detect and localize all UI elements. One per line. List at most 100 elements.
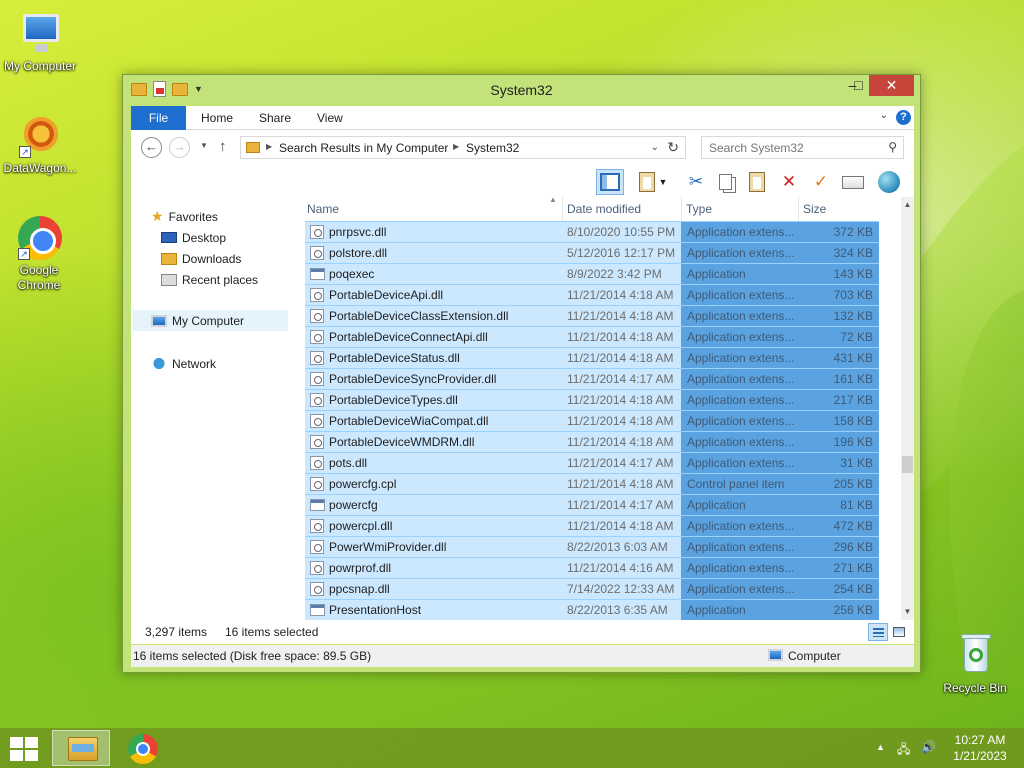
desktop-icon-datawagon[interactable]: ↗ DataWagon...	[0, 112, 80, 175]
address-dropdown-icon[interactable]: ⌄	[651, 142, 659, 153]
file-row[interactable]: powercpl.dll 11/21/2014 4:18 AM Applicatio…	[305, 515, 879, 536]
nav-favorites[interactable]: ★ Favorites	[151, 206, 218, 227]
file-row[interactable]: PortableDeviceClassExtension.dll 11/21/20…	[305, 305, 879, 326]
delete-icon[interactable]: ✕	[775, 169, 803, 195]
recent-locations-chevron-icon[interactable]: ▼	[200, 141, 208, 150]
taskbar-file-explorer[interactable]	[52, 730, 110, 766]
file-row[interactable]: PortableDeviceApi.dll 11/21/2014 4:18 AM A…	[305, 284, 879, 305]
desktop-icon-recycle-bin[interactable]: Recycle Bin	[935, 632, 1015, 695]
file-row[interactable]: PortableDeviceSyncProvider.dll 11/21/2014…	[305, 368, 879, 389]
scrollbar-thumb[interactable]	[902, 456, 913, 473]
file-type: Application extens...	[681, 579, 801, 599]
dll-file-icon	[310, 309, 324, 323]
tab-home[interactable]: Home	[201, 106, 233, 130]
nav-my-computer[interactable]: My Computer	[133, 310, 288, 331]
file-type: Application extens...	[681, 537, 801, 557]
file-row[interactable]: PortableDeviceWiaCompat.dll 11/21/2014 4:…	[305, 410, 879, 431]
show-hidden-icons-chevron-icon[interactable]: ▲	[876, 742, 885, 752]
dll-file-icon	[310, 372, 324, 386]
file-row[interactable]: PresentationHost 8/22/2013 6:35 AM Applica…	[305, 599, 879, 620]
column-header-size[interactable]: Size	[799, 197, 879, 221]
folder-options-icon	[639, 172, 655, 192]
paste-button[interactable]	[743, 169, 771, 195]
breadcrumb-system32[interactable]: System32	[466, 141, 519, 155]
search-input[interactable]	[702, 137, 877, 158]
taskbar-chrome[interactable]	[114, 730, 172, 766]
maximize-button[interactable]: □	[845, 75, 872, 96]
nav-network[interactable]: Network	[151, 353, 216, 374]
dll-file-icon	[310, 225, 324, 239]
file-row[interactable]: PortableDeviceStatus.dll 11/21/2014 4:18 …	[305, 347, 879, 368]
file-row[interactable]: PortableDeviceTypes.dll 11/21/2014 4:18 A…	[305, 389, 879, 410]
dll-file-icon	[310, 414, 324, 428]
address-bar[interactable]: ▶ Search Results in My Computer ▶ System…	[240, 136, 686, 159]
nav-label: Desktop	[182, 230, 227, 245]
datawagon-icon: ↗	[17, 112, 63, 158]
help-icon[interactable]: ?	[896, 110, 911, 125]
file-row[interactable]: PowerWmiProvider.dll 8/22/2013 6:03 AM App…	[305, 536, 879, 557]
column-header-date-modified[interactable]: Date modified	[563, 197, 682, 221]
copy-button[interactable]	[711, 169, 739, 195]
start-button[interactable]	[10, 737, 38, 761]
volume-icon[interactable]: 🔊	[921, 740, 936, 754]
search-icon[interactable]: ⚲	[888, 140, 897, 154]
breadcrumb-separator-icon[interactable]: ▶	[453, 142, 459, 151]
properties-dialog-button[interactable]	[839, 169, 867, 195]
file-name: powrprof.dll	[329, 561, 392, 575]
clock[interactable]: 10:27 AM 1/21/2023	[948, 732, 1012, 764]
network-tray-icon[interactable]: 🖧	[897, 740, 910, 761]
nav-downloads[interactable]: Downloads	[161, 248, 241, 269]
file-row[interactable]: ppcsnap.dll 7/14/2022 12:33 AM Application…	[305, 578, 879, 599]
file-size: 296 KB	[801, 537, 879, 557]
vertical-scrollbar[interactable]: ▲ ▼	[901, 197, 914, 620]
large-icons-view-button[interactable]	[889, 623, 909, 641]
file-row[interactable]: pots.dll 11/21/2014 4:17 AM Application ex…	[305, 452, 879, 473]
tab-file[interactable]: File	[131, 106, 186, 130]
forward-button[interactable]: →	[169, 137, 190, 158]
file-name: PortableDeviceWMDRM.dll	[329, 435, 475, 449]
search-box[interactable]: ⚲	[701, 136, 904, 159]
file-name: PortableDeviceStatus.dll	[329, 351, 460, 365]
file-row[interactable]: pnrpsvc.dll 8/10/2020 10:55 PM Application…	[305, 221, 879, 242]
preview-pane-button[interactable]	[596, 169, 624, 195]
file-row[interactable]: PortableDeviceConnectApi.dll 11/21/2014 4…	[305, 326, 879, 347]
up-button[interactable]: ↑	[219, 138, 227, 155]
file-row[interactable]: powercfg.cpl 11/21/2014 4:18 AM Control pa…	[305, 473, 879, 494]
tab-view[interactable]: View	[317, 106, 343, 130]
expand-ribbon-chevron-icon[interactable]: ⌄	[880, 110, 888, 121]
options-dropdown-icon[interactable]: ▼	[656, 169, 670, 195]
column-header-name[interactable]: Name	[303, 197, 563, 221]
scroll-up-icon[interactable]: ▲	[901, 197, 914, 213]
breadcrumb-search-results[interactable]: Search Results in My Computer	[279, 141, 448, 155]
refresh-icon[interactable]: ↻	[667, 139, 679, 156]
tab-share[interactable]: Share	[259, 106, 291, 130]
file-size: 217 KB	[801, 390, 879, 410]
file-type: Application extens...	[681, 558, 801, 578]
file-row[interactable]: powercfg 11/21/2014 4:17 AM Application 81 …	[305, 494, 879, 515]
desktop-icon-my-computer[interactable]: My Computer	[0, 10, 80, 73]
details-view-button[interactable]	[868, 623, 888, 641]
window-title: System32	[490, 82, 553, 98]
nav-desktop[interactable]: Desktop	[161, 227, 226, 248]
file-date-modified: 8/10/2020 10:55 PM	[567, 225, 676, 239]
downloads-folder-icon	[161, 252, 177, 265]
column-header-type[interactable]: Type	[682, 197, 799, 221]
status-location: Computer	[788, 649, 841, 663]
file-row[interactable]: poqexec 8/9/2022 3:42 PM Application 143 KB	[305, 263, 879, 284]
globe-button[interactable]	[875, 169, 903, 195]
file-row[interactable]: powrprof.dll 11/21/2014 4:16 AM Applicatio…	[305, 557, 879, 578]
file-row[interactable]: polstore.dll 5/12/2016 12:17 PM Applicatio…	[305, 242, 879, 263]
dll-file-icon	[310, 456, 324, 470]
close-button[interactable]: ✕	[869, 75, 914, 96]
nav-recent-places[interactable]: Recent places	[161, 269, 258, 290]
back-button[interactable]: ←	[141, 137, 162, 158]
breadcrumb-separator-icon[interactable]: ▶	[266, 142, 272, 151]
title-bar[interactable]: ▼ System32 – □ ✕	[123, 75, 920, 105]
rename-check-icon[interactable]: ✓	[807, 169, 835, 195]
scroll-down-icon[interactable]: ▼	[901, 604, 914, 620]
desktop-icon-google-chrome[interactable]: ↗ Google Chrome	[0, 214, 80, 293]
file-size: 132 KB	[801, 306, 879, 326]
file-row[interactable]: PortableDeviceWMDRM.dll 11/21/2014 4:18 A…	[305, 431, 879, 452]
cut-icon[interactable]: ✂	[682, 169, 710, 195]
file-name: PortableDeviceApi.dll	[329, 288, 444, 302]
